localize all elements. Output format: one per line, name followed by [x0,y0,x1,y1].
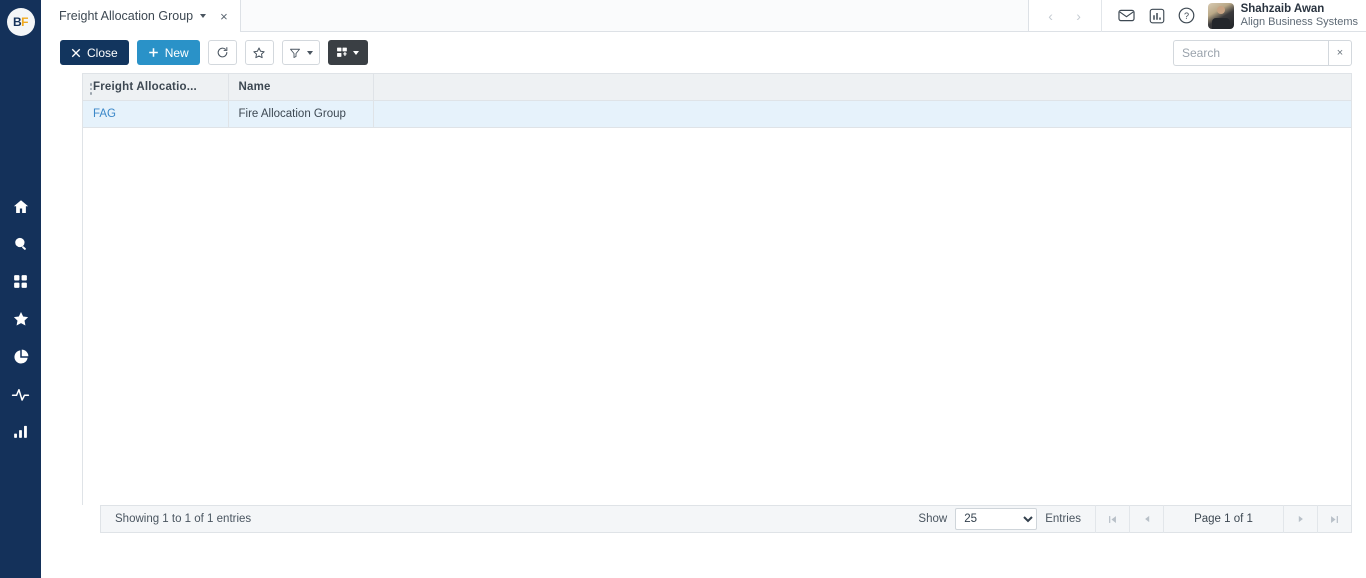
chevron-down-icon[interactable] [200,14,207,18]
table-body: FAG Fire Allocation Group [83,100,1351,128]
grid-region: Freight Allocatio... Name FAG Fire Alloc… [41,73,1366,505]
prev-page-button[interactable] [1129,505,1163,533]
favorite-button[interactable] [244,40,274,65]
svg-text:?: ? [1184,11,1189,21]
column-header-code[interactable]: Freight Allocatio... [83,74,229,101]
chevron-down-icon [353,50,360,55]
next-page-button[interactable] [1283,505,1317,533]
grid-footer: Showing 1 to 1 of 1 entries Show 10 25 5… [100,505,1352,533]
app-root: BF Freight Allocation Group × ‹ › ? Shah… [0,0,1366,578]
new-button[interactable]: New [136,40,200,65]
filter-icon [289,48,300,58]
table-header-row: Freight Allocatio... Name [83,74,1351,101]
help-button[interactable]: ? [1176,5,1198,27]
search-clear-button[interactable]: × [1328,40,1352,66]
star-icon [13,312,28,326]
mail-button[interactable] [1116,5,1138,27]
nav-forward-button[interactable]: › [1065,0,1093,32]
header-icons: ? [1102,5,1208,27]
tab-label: Freight Allocation Group [59,9,194,23]
tab-strip-filler [240,0,1029,31]
sidebar-item-activity[interactable] [0,376,41,414]
star-outline-icon [253,46,265,58]
table-head: Freight Allocatio... Name [83,74,1351,101]
top-bar: Freight Allocation Group × ‹ › ? Shahzai… [41,0,1366,32]
next-page-icon [1298,515,1303,523]
grid-options-handle[interactable] [86,79,96,99]
refresh-button[interactable] [207,40,237,65]
first-page-icon [1109,515,1116,523]
close-icon[interactable]: × [220,10,228,23]
avatar [1207,2,1234,29]
search-input[interactable] [1173,40,1328,66]
sidebar-nav [0,188,41,451]
filter-button[interactable] [281,40,320,65]
show-label: Show [918,513,948,525]
apps-grid-icon [14,275,27,289]
account-name: Shahzaib Awan [1240,2,1325,15]
page-indicator: Page 1 of 1 [1163,505,1283,533]
cell-name: Fire Allocation Group [228,100,374,128]
refresh-icon [217,47,228,58]
home-icon [13,200,28,213]
chart-report-icon [1149,8,1164,23]
grid-empty-space [83,128,1351,505]
page-size-select[interactable]: 10 25 50 100 [955,508,1038,530]
app-logo[interactable]: BF [0,0,41,44]
history-nav: ‹ › [1029,0,1102,32]
new-button-label: New [164,45,189,60]
chevron-down-icon [306,50,313,55]
first-page-button[interactable] [1095,505,1129,533]
left-sidebar: BF [0,0,41,578]
sidebar-item-analytics[interactable] [0,413,41,451]
table-row[interactable]: FAG Fire Allocation Group [83,100,1351,128]
prev-page-icon [1144,515,1149,523]
main-column: Freight Allocation Group × ‹ › ? Shahzai… [41,0,1366,578]
logo-letter-f: F [21,15,28,29]
sidebar-item-reports[interactable] [0,338,41,376]
last-page-icon [1331,515,1338,523]
sidebar-item-favorites[interactable] [0,301,41,339]
close-button-label: Close [87,45,118,60]
column-header-blank[interactable] [373,74,1351,101]
action-toolbar: Close New × [41,32,1366,73]
reports-button[interactable] [1146,5,1168,27]
search-box: × [1173,40,1352,66]
column-header-name[interactable]: Name [228,74,374,101]
tab-freight-allocation-group[interactable]: Freight Allocation Group × [41,0,241,32]
sidebar-item-search[interactable] [0,226,41,264]
account-text: Shahzaib Awan Align Business Systems [1241,3,1358,29]
last-page-button[interactable] [1317,505,1351,533]
footer-spacer [41,533,1366,578]
sidebar-item-apps[interactable] [0,263,41,301]
sidebar-item-home[interactable] [0,188,41,226]
close-button[interactable]: Close [60,40,129,65]
cell-blank [373,100,1351,128]
layout-grid-icon [337,47,348,57]
entries-summary: Showing 1 to 1 of 1 entries [115,513,252,525]
bar-chart-icon [14,426,27,439]
search-icon [14,238,26,251]
activity-pulse-icon [11,388,30,401]
data-table: Freight Allocatio... Name FAG Fire Alloc… [83,74,1351,128]
entries-label: Entries [1045,513,1081,525]
help-icon: ? [1178,7,1195,24]
data-grid: Freight Allocatio... Name FAG Fire Alloc… [82,73,1352,505]
pie-chart-icon [13,349,28,364]
logo-letter-b: B [12,15,22,29]
account-menu[interactable]: Shahzaib Awan Align Business Systems [1207,2,1366,29]
account-organization: Align Business Systems [1240,15,1358,28]
top-bar-right: ‹ › ? Shahzaib Awan Align Business Syste… [1029,0,1366,32]
layout-button[interactable] [327,40,368,65]
page-size-control: Show 10 25 50 100 Entries [918,508,1095,530]
nav-back-button[interactable]: ‹ [1037,0,1065,32]
pagination: Page 1 of 1 [1095,505,1351,533]
x-icon [71,48,81,57]
plus-icon [148,48,158,57]
cell-code[interactable]: FAG [83,100,229,128]
mail-icon [1118,9,1135,22]
